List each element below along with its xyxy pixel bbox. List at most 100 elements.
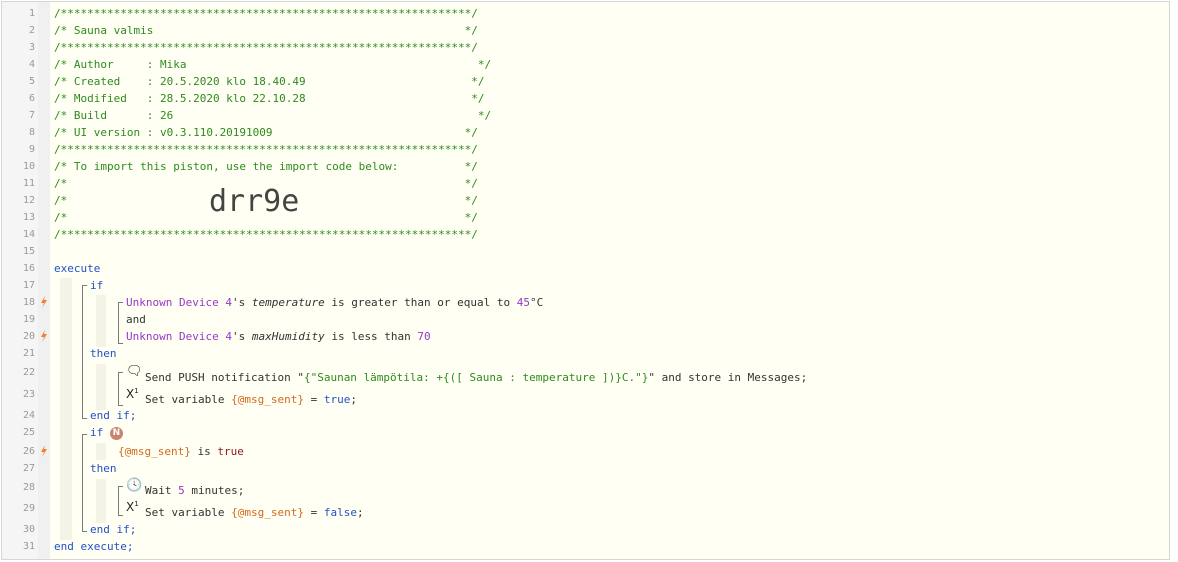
indent-guide	[96, 443, 106, 460]
line-number: 1	[28, 8, 35, 19]
end-execute-keyword[interactable]: end execute;	[54, 538, 133, 555]
line-number: 16	[22, 263, 35, 274]
message-text: {"Saunan lämpötila: +{([ Sauna : tempera…	[303, 371, 649, 384]
indent-guide	[96, 295, 106, 347]
line-number: 19	[22, 314, 35, 325]
equals: =	[303, 506, 324, 519]
comparison: is greater than or equal to	[324, 296, 517, 309]
then-keyword[interactable]: then	[90, 460, 117, 477]
comparison: is	[190, 445, 218, 458]
variable-name: {@msg_sent}	[118, 445, 191, 458]
comment-modified: /* Modified : 28.5.2020 klo 22.10.28 */	[54, 92, 485, 105]
variable-value: true	[323, 393, 351, 406]
statement-suffix: minutes;	[184, 484, 245, 497]
compare-value: true	[217, 445, 244, 458]
set-variable-icon: X1	[126, 387, 139, 401]
line-number: 13	[22, 212, 35, 223]
comment-title: /* Sauna valmis */	[54, 24, 478, 37]
line-number: 29	[22, 503, 35, 514]
line-number: 15	[22, 246, 35, 257]
indent-guide	[96, 479, 106, 523]
line-number: 26	[22, 446, 35, 457]
action-bracket	[118, 486, 123, 516]
lightning-bolt-icon	[41, 445, 47, 457]
comment-border: /***************************************…	[54, 143, 478, 156]
compare-value: 45	[516, 296, 531, 309]
if-keyword[interactable]: if	[90, 277, 103, 294]
possessive: 's	[231, 296, 252, 309]
line-number: 10	[22, 161, 35, 172]
comment-build: /* Build : 26 */	[54, 109, 492, 122]
line-number: 17	[22, 280, 35, 291]
line-number: 31	[22, 541, 35, 552]
if-label: if	[90, 426, 104, 439]
if-keyword[interactable]: if N	[90, 424, 123, 441]
negation-badge[interactable]: N	[109, 426, 123, 440]
compare-value: 70	[417, 330, 431, 343]
statement-suffix: " and store in Messages;	[648, 371, 808, 384]
if-block-bracket	[82, 285, 87, 419]
and-operator[interactable]: and	[126, 311, 146, 328]
set-variable-icon: X1	[126, 500, 139, 514]
indent-guide	[60, 278, 72, 540]
push-notification-statement[interactable]: Send PUSH notification "{"Saunan lämpöti…	[145, 369, 807, 386]
line-number: 20	[22, 331, 35, 342]
device-name: Unknown Device 4	[126, 296, 232, 309]
unit: °C	[530, 296, 544, 309]
line-number: 21	[22, 348, 35, 359]
line-number: 22	[22, 367, 35, 378]
line-number: 5	[28, 76, 35, 87]
comparison: is less than	[324, 330, 418, 343]
line-number: 8	[28, 127, 35, 138]
device-name: Unknown Device 4	[126, 330, 232, 343]
comment-import-note: /* To import this piston, use the import…	[54, 160, 478, 173]
then-keyword[interactable]: then	[90, 345, 117, 362]
comment-border: /***************************************…	[54, 7, 478, 20]
speech-bubble-icon: 🗨	[126, 364, 143, 379]
condition-temperature[interactable]: Unknown Device 4's temperature is greate…	[126, 294, 543, 311]
comment-ui-version: /* UI version : v0.3.110.20191009 */	[54, 126, 478, 139]
possessive: 's	[231, 330, 252, 343]
line-number: 30	[22, 524, 35, 535]
condition-humidity[interactable]: Unknown Device 4's maxHumidity is less t…	[126, 328, 431, 345]
line-number: 6	[28, 93, 35, 104]
variable-value: false	[323, 506, 357, 519]
set-variable-statement[interactable]: Set variable {@msg_sent} = false;	[145, 504, 364, 521]
condition-msg-sent[interactable]: {@msg_sent} is true	[118, 443, 244, 460]
line-number: 12	[22, 195, 35, 206]
attribute: temperature	[251, 296, 325, 309]
variable-name: {@msg_sent}	[231, 506, 304, 519]
import-code[interactable]: drr9e	[209, 184, 299, 220]
piston-code-viewer: 1 2 3 4 5 6 7 8 9 10 11 12 13 14 15 16 1…	[1, 1, 1170, 560]
set-variable-statement[interactable]: Set variable {@msg_sent} = true;	[145, 391, 357, 408]
indent-guide	[96, 364, 106, 410]
line-number: 2	[28, 25, 35, 36]
action-bracket	[118, 372, 123, 406]
statement-prefix: Set variable	[145, 393, 232, 406]
line-number: 24	[22, 410, 35, 421]
statement-prefix: Send PUSH notification "	[145, 371, 304, 384]
lightning-bolt-icon	[41, 330, 47, 342]
lightning-bolt-icon	[41, 296, 47, 308]
attribute: maxHumidity	[251, 330, 325, 343]
if-block-bracket	[82, 434, 87, 532]
variable-name: {@msg_sent}	[231, 393, 304, 406]
comment-created: /* Created : 20.5.2020 klo 18.40.49 */	[54, 75, 485, 88]
line-number: 7	[28, 110, 35, 121]
line-number: 4	[28, 59, 35, 70]
clock-icon: 🕓	[126, 478, 143, 493]
end-if-keyword[interactable]: end if;	[90, 521, 136, 538]
execute-keyword[interactable]: execute	[54, 260, 100, 277]
line-number: 14	[22, 229, 35, 240]
comment-author: /* Author : Mika */	[54, 58, 492, 71]
line-number: 27	[22, 463, 35, 474]
end-if-keyword[interactable]: end if;	[90, 407, 136, 424]
line-number: 28	[22, 482, 35, 493]
condition-bracket	[118, 302, 123, 344]
line-number: 25	[22, 427, 35, 438]
wait-statement[interactable]: Wait 5 minutes;	[145, 482, 244, 499]
trigger-gutter	[38, 2, 50, 559]
semicolon: ;	[350, 393, 357, 406]
wait-value: 5	[178, 484, 185, 497]
line-number: 9	[28, 144, 35, 155]
